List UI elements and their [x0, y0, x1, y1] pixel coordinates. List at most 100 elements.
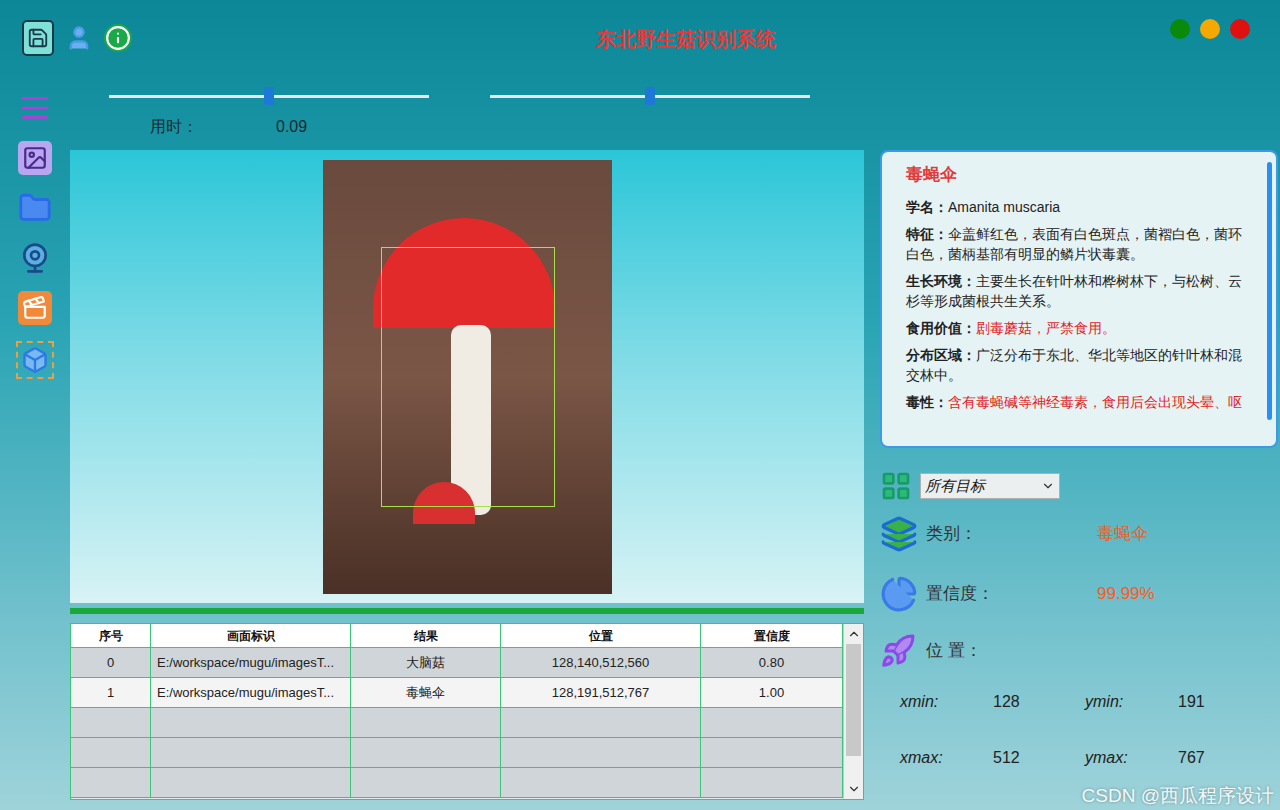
confidence-label: 置信度：	[926, 581, 1097, 607]
column-header[interactable]: 画面标识	[151, 624, 351, 648]
table-row[interactable]: 0E:/workspace/mugu/imagesT...大脑菇128,140,…	[71, 648, 843, 678]
info-text: 含有毒蝇碱等神经毒素，食用后会出现头晕、呕	[948, 394, 1242, 410]
app-window: 东北野生菇识别系统用时：0.09序号画面标识结果位置置信度0E:/workspa…	[0, 0, 1280, 810]
info-scroll-thumb[interactable]	[1267, 162, 1272, 420]
coord-row: xmin:128ymin:191	[880, 691, 1278, 713]
video-icon	[22, 295, 48, 321]
window-control-dot[interactable]	[1200, 19, 1220, 39]
table-header: 序号画面标识结果位置置信度	[71, 624, 843, 648]
table-cell: 0.80	[701, 648, 843, 678]
table-row[interactable]	[71, 708, 843, 738]
table-cell: 128,191,512,767	[501, 678, 701, 708]
confidence-value: 99.99%	[1097, 581, 1155, 607]
table-row[interactable]: 1E:/workspace/mugu/imagesT...毒蝇伞128,191,…	[71, 678, 843, 708]
toolbar	[0, 0, 132, 56]
slider[interactable]	[490, 86, 810, 106]
column-header[interactable]: 序号	[71, 624, 151, 648]
table-cell	[501, 708, 701, 738]
menu-button[interactable]	[18, 91, 52, 125]
info-content: 毒蝇伞学名：Amanita muscaria特征：伞盖鲜红色，表面有白色斑点，菌…	[882, 152, 1262, 446]
info-button[interactable]	[104, 24, 132, 52]
window-control-dot[interactable]	[1170, 19, 1190, 39]
table-cell	[501, 768, 701, 798]
model-button[interactable]	[16, 341, 54, 379]
window-title: 东北野生菇识别系统	[596, 28, 776, 50]
scroll-thumb[interactable]	[846, 644, 861, 756]
chevron-down-icon	[1041, 479, 1055, 493]
info-section: 食用价值：剧毒蘑菇，严禁食用。	[906, 318, 1254, 338]
coord-value: 767	[1178, 746, 1205, 770]
table-grid: 序号画面标识结果位置置信度0E:/workspace/mugu/imagesT.…	[71, 624, 843, 799]
confidence-row: 置信度：99.99%	[880, 574, 1278, 614]
filter-row: 所有目标	[880, 472, 1278, 500]
info-label: 特征：	[906, 226, 948, 242]
coord-label: ymin:	[1085, 690, 1178, 714]
slider-thumb[interactable]	[264, 87, 274, 105]
coord-item: ymin:191	[1085, 690, 1270, 714]
coord-item: xmin:128	[900, 690, 1085, 714]
table-cell	[701, 708, 843, 738]
info-label: 分布区域：	[906, 347, 976, 363]
slider-group	[109, 86, 1278, 106]
save-icon	[27, 27, 49, 49]
save-button[interactable]	[22, 20, 54, 56]
info-card: 毒蝇伞学名：Amanita muscaria特征：伞盖鲜红色，表面有白色斑点，菌…	[880, 150, 1278, 448]
scroll-down-button[interactable]	[844, 779, 863, 799]
info-label: 学名：	[906, 199, 948, 215]
table-cell	[71, 708, 151, 738]
coord-row: xmax:512ymax:767	[880, 747, 1278, 769]
table-cell: 大脑菇	[351, 648, 501, 678]
filter-value: 所有目标	[925, 475, 985, 498]
coord-item: xmax:512	[900, 746, 1085, 770]
image-button[interactable]	[18, 141, 52, 175]
detection-box	[381, 247, 555, 507]
table-cell	[71, 738, 151, 768]
video-button[interactable]	[18, 291, 52, 325]
table-cell: 0	[71, 648, 151, 678]
table-cell: 1.00	[701, 678, 843, 708]
info-section: 毒性：含有毒蝇碱等神经毒素，食用后会出现头晕、呕	[906, 392, 1254, 412]
info-section: 分布区域：广泛分布于东北、华北等地区的针叶林和混交林中。	[906, 345, 1254, 385]
column-header[interactable]: 置信度	[701, 624, 843, 648]
image-icon	[22, 145, 48, 171]
category-row: 类别：毒蝇伞	[880, 514, 1278, 554]
scroll-up-button[interactable]	[844, 624, 863, 644]
table-scrollbar[interactable]	[843, 624, 863, 799]
coords: xmin:128ymin:191 xmax:512ymax:767	[880, 691, 1278, 769]
table-row[interactable]	[71, 738, 843, 768]
column-header[interactable]: 结果	[351, 624, 501, 648]
window-controls	[1170, 0, 1280, 39]
category-value: 毒蝇伞	[1097, 521, 1148, 547]
folder-button[interactable]	[18, 191, 52, 225]
table-cell	[151, 708, 351, 738]
window-control-dot[interactable]	[1230, 19, 1250, 39]
watermark: CSDN @西瓜程序设计	[1082, 785, 1274, 807]
column-header[interactable]: 位置	[501, 624, 701, 648]
info-text: 剧毒蘑菇，严禁食用。	[976, 320, 1116, 336]
camera-button[interactable]	[18, 241, 52, 275]
table-cell: 1	[71, 678, 151, 708]
table-cell: E:/workspace/mugu/imagesT...	[151, 678, 351, 708]
table-cell: E:/workspace/mugu/imagesT...	[151, 648, 351, 678]
table-cell	[501, 738, 701, 768]
chevron-up-icon	[847, 627, 861, 641]
user-button[interactable]	[64, 20, 94, 56]
filter-select[interactable]: 所有目标	[920, 473, 1060, 499]
coord-label: ymax:	[1085, 746, 1178, 770]
info-text: Amanita muscaria	[948, 199, 1060, 215]
table-cell	[151, 738, 351, 768]
slider[interactable]	[109, 86, 429, 106]
image-panel	[70, 150, 864, 603]
table-cell	[701, 768, 843, 798]
info-icon	[105, 25, 131, 51]
coord-item: ymax:767	[1085, 746, 1270, 770]
grid-icon	[880, 470, 912, 502]
info-sections: 学名：Amanita muscaria特征：伞盖鲜红色，表面有白色斑点，菌褶白色…	[906, 197, 1254, 412]
timing-label: 用时：	[150, 117, 276, 137]
table-row[interactable]	[71, 768, 843, 798]
info-label: 生长环境：	[906, 273, 976, 289]
table-cell	[351, 738, 501, 768]
info-scrollbar[interactable]	[1262, 152, 1276, 446]
slider-thumb[interactable]	[645, 87, 655, 105]
table-cell	[351, 708, 501, 738]
